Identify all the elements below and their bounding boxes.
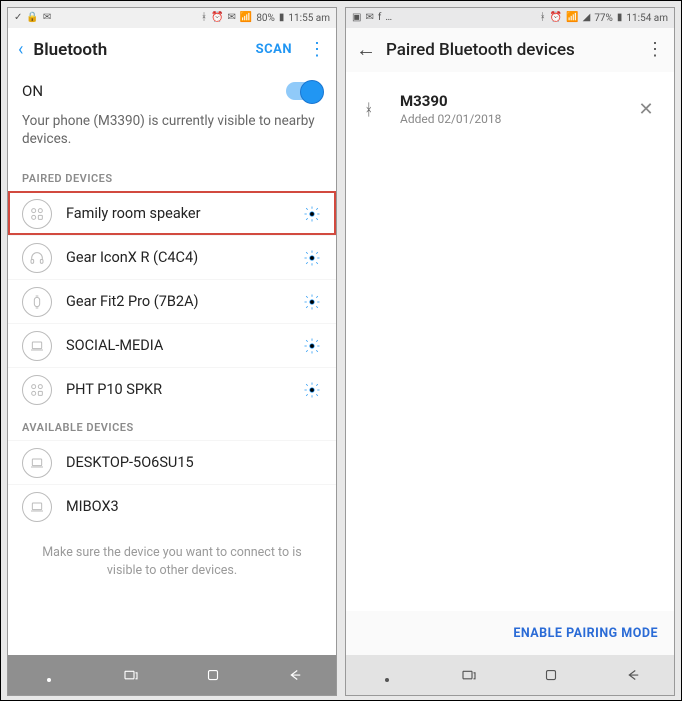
settings-gear-icon[interactable]	[302, 293, 322, 311]
nav-recent-dot[interactable]	[376, 664, 398, 686]
paired-list: ᚼ M3390 Added 02/01/2018 ✕	[346, 72, 674, 611]
status-icon: ✓	[14, 13, 22, 23]
wifi-icon: 📶	[240, 13, 252, 23]
device-name: PHT P10 SPKR	[66, 381, 288, 398]
paired-section-header: PAIRED DEVICES	[8, 162, 336, 191]
status-bar: ✓ 🔒 ✉ ᚼ ⏰ ✉ 📶 80% ▮ 11:55 am	[8, 8, 336, 28]
status-bar: ▣ ✉ f … ᚼ ⏰ 📶 ◢ 77% ▮ 11:54 am	[346, 8, 674, 28]
enable-pairing-button[interactable]: ENABLE PAIRING MODE	[346, 611, 674, 655]
nav-home-button[interactable]	[540, 664, 562, 686]
device-name: DESKTOP-5O6SU15	[66, 454, 322, 471]
laptop-icon	[22, 448, 52, 478]
battery-icon: ▮	[279, 13, 285, 23]
settings-gear-icon[interactable]	[302, 205, 322, 223]
bluetooth-icon: ᚼ	[364, 100, 382, 119]
status-icon: ✉	[43, 13, 51, 23]
laptop-icon	[22, 331, 52, 361]
status-icon: ✉	[365, 13, 373, 23]
more-menu-button[interactable]: ⋮	[640, 39, 664, 60]
status-icon: ▣	[352, 13, 361, 23]
bluetooth-toggle-row[interactable]: ON	[8, 72, 336, 106]
laptop-icon	[22, 492, 52, 522]
available-device-row[interactable]: MIBOX3	[8, 484, 336, 528]
device-added-date: Added 02/01/2018	[400, 112, 618, 126]
paired-device-row[interactable]: Gear IconX R (C4C4)	[8, 235, 336, 279]
battery-percent: 80%	[256, 13, 275, 24]
bluetooth-icon: ᚼ	[540, 13, 546, 23]
available-device-row[interactable]: DESKTOP-5O6SU15	[8, 440, 336, 484]
scan-button[interactable]: SCAN	[256, 42, 292, 57]
signal-icon: ◢	[583, 13, 591, 23]
battery-percent: 77%	[594, 13, 613, 24]
toggle-label: ON	[22, 82, 43, 100]
back-button[interactable]: ‹	[18, 39, 23, 60]
device-name: MIBOX3	[66, 498, 322, 515]
speaker-grid-icon	[22, 375, 52, 405]
remove-device-button[interactable]: ✕	[636, 99, 656, 120]
phone-left: ✓ 🔒 ✉ ᚼ ⏰ ✉ 📶 80% ▮ 11:55 am ‹ Bluetooth…	[7, 7, 337, 696]
nav-bar	[8, 655, 336, 695]
phone-right: ▣ ✉ f … ᚼ ⏰ 📶 ◢ 77% ▮ 11:54 am ← Paired …	[345, 7, 675, 696]
bluetooth-switch-on[interactable]	[286, 82, 322, 100]
nav-recents-button[interactable]	[120, 664, 142, 686]
paired-device-item[interactable]: ᚼ M3390 Added 02/01/2018 ✕	[346, 82, 674, 136]
settings-gear-icon[interactable]	[302, 249, 322, 267]
visibility-hint: Make sure the device you want to connect…	[8, 528, 336, 595]
device-name: Gear Fit2 Pro (7B2A)	[66, 293, 288, 310]
device-name: M3390	[400, 92, 618, 110]
paired-device-row[interactable]: Family room speaker	[8, 191, 336, 235]
device-name: Gear IconX R (C4C4)	[66, 249, 288, 266]
alarm-icon: ⏰	[211, 13, 223, 23]
settings-gear-icon[interactable]	[302, 337, 322, 355]
nav-bar	[346, 655, 674, 695]
available-section-header: AVAILABLE DEVICES	[8, 411, 336, 440]
device-name: Family room speaker	[66, 205, 288, 222]
page-title: Bluetooth	[33, 40, 107, 60]
alarm-icon: ⏰	[550, 13, 562, 23]
watch-icon	[22, 287, 52, 317]
nav-back-button[interactable]	[284, 664, 306, 686]
paired-device-row[interactable]: PHT P10 SPKR	[8, 367, 336, 411]
nav-recents-button[interactable]	[458, 664, 480, 686]
settings-gear-icon[interactable]	[302, 381, 322, 399]
nav-recent-dot[interactable]	[38, 664, 60, 686]
nav-home-button[interactable]	[202, 664, 224, 686]
visibility-text: Your phone (M3390) is currently visible …	[8, 106, 336, 162]
status-icon: 🔒	[26, 13, 38, 23]
device-name: SOCIAL-MEDIA	[66, 337, 288, 354]
wifi-icon: 📶	[566, 13, 578, 23]
app-header: ← Paired Bluetooth devices ⋮	[346, 28, 674, 72]
status-icon: …	[385, 13, 392, 23]
more-menu-button[interactable]: ⋮	[302, 39, 326, 60]
app-header: ‹ Bluetooth SCAN ⋮	[8, 28, 336, 72]
speaker-grid-icon	[22, 199, 52, 229]
paired-device-row[interactable]: SOCIAL-MEDIA	[8, 323, 336, 367]
clock: 11:55 am	[288, 13, 330, 24]
paired-device-row[interactable]: Gear Fit2 Pro (7B2A)	[8, 279, 336, 323]
back-button[interactable]: ←	[356, 37, 376, 62]
nav-back-button[interactable]	[622, 664, 644, 686]
bluetooth-icon: ᚼ	[201, 13, 207, 23]
headphone-icon	[22, 243, 52, 273]
battery-icon: ▮	[617, 13, 623, 23]
status-icon: ✉	[227, 13, 235, 23]
status-icon: f	[378, 13, 381, 23]
clock: 11:54 am	[626, 13, 668, 24]
page-title: Paired Bluetooth devices	[386, 40, 575, 60]
